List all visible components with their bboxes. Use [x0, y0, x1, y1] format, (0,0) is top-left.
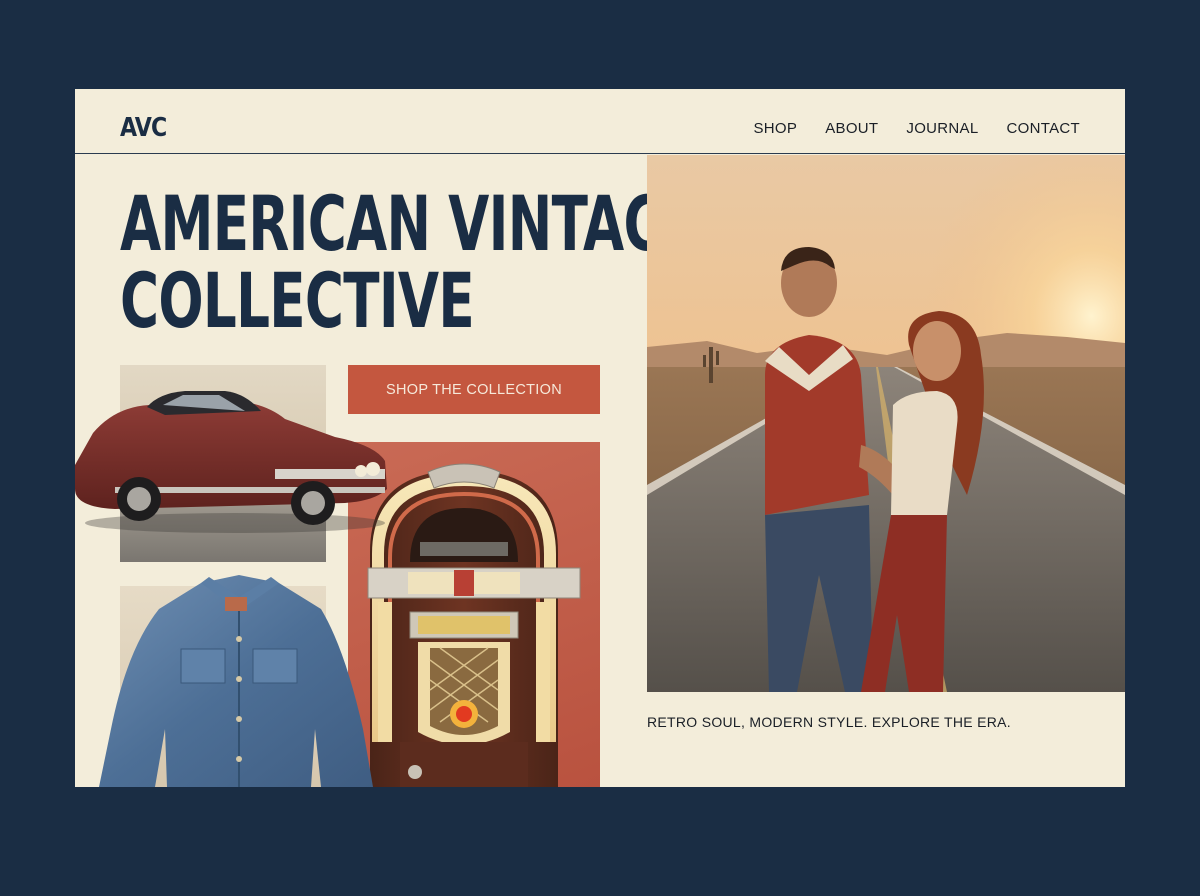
nav-journal[interactable]: JOURNAL	[906, 120, 978, 138]
landing-page: AVC SHOP ABOUT JOURNAL CONTACT AMERICAN …	[75, 89, 1125, 787]
nav-contact[interactable]: CONTACT	[1007, 120, 1080, 138]
main-nav: SHOP ABOUT JOURNAL CONTACT	[753, 120, 1080, 138]
couple-on-road-image	[647, 155, 1125, 692]
nav-shop[interactable]: SHOP	[753, 120, 797, 138]
hero-photo	[647, 155, 1125, 692]
nav-about[interactable]: ABOUT	[825, 120, 878, 138]
denim-jacket-image	[99, 575, 373, 787]
hero-caption: RETRO SOUL, MODERN STYLE. EXPLORE THE ER…	[647, 714, 1011, 730]
